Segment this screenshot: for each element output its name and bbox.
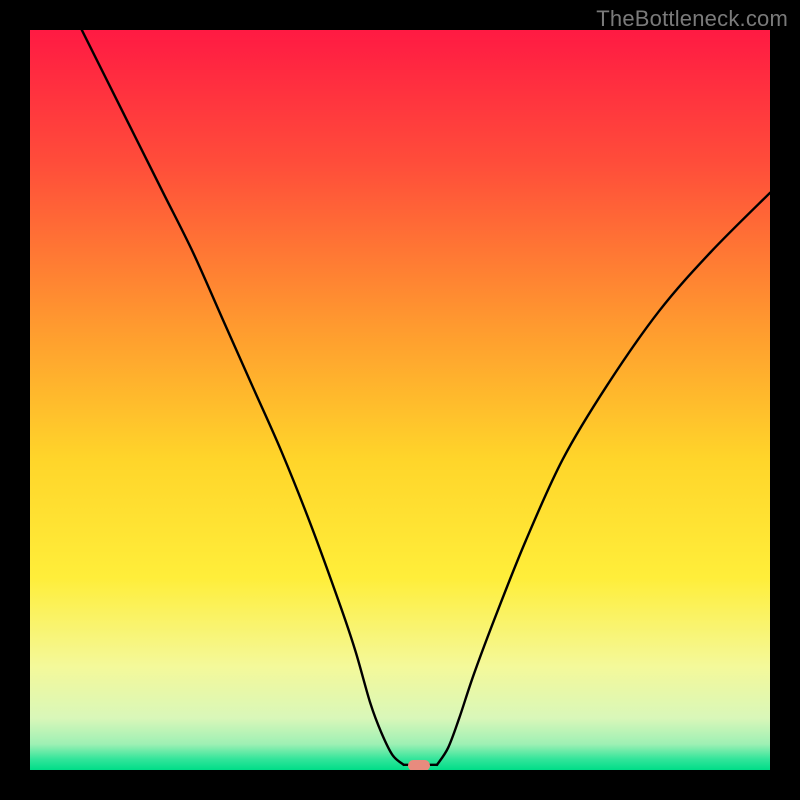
chart-frame: TheBottleneck.com	[0, 0, 800, 800]
optimal-marker	[408, 760, 430, 770]
watermark-text: TheBottleneck.com	[596, 6, 788, 32]
plot-area	[30, 30, 770, 770]
background-gradient	[30, 30, 770, 770]
